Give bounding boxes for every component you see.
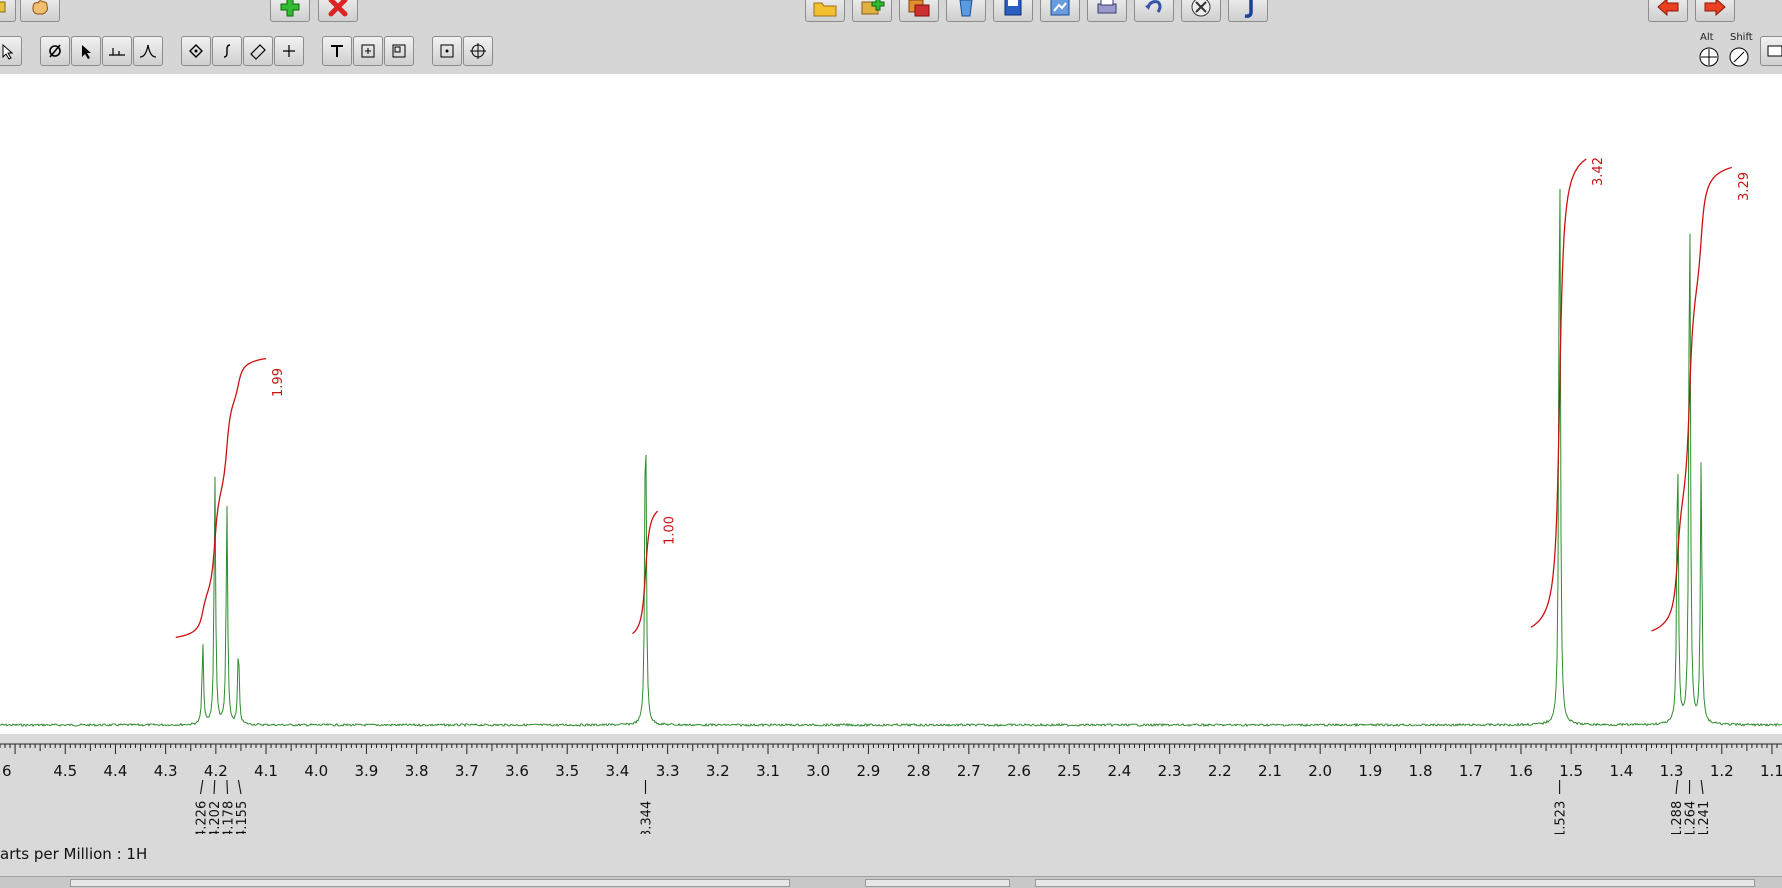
- ppm-axis-area: 6 4.5 4.4 4.3 4.2 4.1 4.0 3.9 3.8 3.7 3.6 3.5 3.4 3.3…: [0, 734, 1782, 824]
- axis-caption: arts per Million : 1H: [0, 845, 147, 863]
- peak-label: 3.344: [640, 801, 655, 834]
- peak-marker: [227, 780, 228, 794]
- export-icon[interactable]: [1040, 0, 1080, 22]
- open-folder-icon[interactable]: [805, 0, 845, 22]
- save-icon[interactable]: [993, 0, 1033, 22]
- close-doc-icon[interactable]: [1181, 0, 1221, 22]
- axis-tick-label: 3.8: [405, 762, 429, 780]
- axis-tick-label: 2.3: [1158, 762, 1182, 780]
- axis-tick-label: 1.1: [1760, 762, 1782, 780]
- scrollbar-thumb[interactable]: [70, 879, 790, 887]
- zoom-box-icon[interactable]: [432, 36, 462, 66]
- keyboard-icon[interactable]: [1760, 36, 1782, 66]
- spectrum-canvas[interactable]: 1.99 1.00 3.42 3.29: [0, 74, 1782, 734]
- axis-tick-label: 1.8: [1409, 762, 1433, 780]
- baseline-icon[interactable]: [102, 36, 132, 66]
- axis-tick-label: 6: [2, 762, 12, 780]
- axis-tick-label: 2.5: [1057, 762, 1081, 780]
- undo-icon[interactable]: [1134, 0, 1174, 22]
- integral-curve: [1652, 167, 1732, 631]
- integral-value: 3.29: [1737, 172, 1752, 201]
- axis-tick-label: 4.1: [254, 762, 278, 780]
- frame-icon[interactable]: [384, 36, 414, 66]
- delete-icon[interactable]: [318, 0, 358, 22]
- select-arrow-icon[interactable]: [71, 36, 101, 66]
- integral-curve: [176, 359, 266, 638]
- axis-tick-label: 1.9: [1358, 762, 1382, 780]
- tool-palette: Alt Shift: [0, 30, 1782, 75]
- axis-tick-label: 3.3: [656, 762, 680, 780]
- axis-tick-label: 1.5: [1559, 762, 1583, 780]
- back-arrow-icon[interactable]: [1648, 0, 1688, 22]
- spectrum-trace: [0, 189, 1782, 726]
- axis-tick-label: 2.8: [907, 762, 931, 780]
- axis-tick-label: 1.3: [1660, 762, 1684, 780]
- coupling-j-icon[interactable]: [1228, 0, 1268, 22]
- peak-marker: [214, 780, 215, 794]
- alt-move-icon[interactable]: [1698, 46, 1720, 72]
- axis-tick-label: 3.4: [605, 762, 629, 780]
- axis-tick-label: 4.3: [154, 762, 178, 780]
- peak-label: 1.241: [1697, 801, 1712, 834]
- shift-label: Shift: [1730, 32, 1753, 43]
- pointer-icon[interactable]: [0, 36, 22, 66]
- peak-marker: [201, 780, 203, 794]
- axis-tick-label: 2.4: [1107, 762, 1131, 780]
- peak-label: 4.155: [235, 801, 250, 834]
- integral-value: 1.00: [663, 516, 678, 545]
- alt-label: Alt: [1700, 32, 1714, 43]
- forward-arrow-icon[interactable]: [1695, 0, 1735, 22]
- axis-tick-label: 3.2: [706, 762, 730, 780]
- annotation-box-icon[interactable]: [353, 36, 383, 66]
- add-icon[interactable]: [270, 0, 310, 22]
- integral-icon[interactable]: [212, 36, 242, 66]
- axis-tick-label: 4.0: [304, 762, 328, 780]
- ppm-axis: 6 4.5 4.4 4.3 4.2 4.1 4.0 3.9 3.8 3.7 3.6 3.5 3.4 3.3…: [0, 734, 1782, 834]
- axis-tick-label: 4.2: [204, 762, 228, 780]
- hand-icon[interactable]: [20, 0, 60, 22]
- axis-tick-label: 3.9: [355, 762, 379, 780]
- peak-marker: [238, 780, 241, 794]
- peak-marker: [1676, 780, 1678, 794]
- axis-tick-label: 2.9: [856, 762, 880, 780]
- text-icon[interactable]: [322, 36, 352, 66]
- horizontal-scrollbar[interactable]: [0, 876, 1782, 888]
- phase-icon[interactable]: [40, 36, 70, 66]
- integral-value: 1.99: [271, 368, 286, 397]
- shift-zoom-icon[interactable]: [1728, 46, 1750, 72]
- peak-label: 1.523: [1554, 801, 1569, 834]
- axis-tick-label: 3.0: [806, 762, 830, 780]
- scrollbar-segment-2[interactable]: [1035, 879, 1755, 887]
- main-toolbar: [0, 0, 1782, 30]
- print-icon[interactable]: [1087, 0, 1127, 22]
- peak-marker: [1701, 780, 1703, 794]
- peak-pick-icon[interactable]: [133, 36, 163, 66]
- region-icon[interactable]: [181, 36, 211, 66]
- partial-button-icon[interactable]: [0, 0, 16, 22]
- copy-data-icon[interactable]: [899, 0, 939, 22]
- axis-tick-label: 2.2: [1208, 762, 1232, 780]
- spectrum-plot[interactable]: 1.99 1.00 3.42 3.29: [0, 74, 1782, 734]
- add-data-icon[interactable]: [852, 0, 892, 22]
- axis-tick-label: 1.6: [1509, 762, 1533, 780]
- axis-tick-label: 1.7: [1459, 762, 1483, 780]
- axis-tick-label: 4.5: [53, 762, 77, 780]
- trash-icon[interactable]: [946, 0, 986, 22]
- axis-tick-label: 2.1: [1258, 762, 1282, 780]
- axis-tick-label: 3.7: [455, 762, 479, 780]
- crosshair-icon[interactable]: [274, 36, 304, 66]
- axis-tick-label: 3.5: [555, 762, 579, 780]
- scrollbar-segment[interactable]: [865, 879, 1010, 887]
- axis-tick-label: 4.4: [104, 762, 128, 780]
- move-icon[interactable]: [463, 36, 493, 66]
- axis-tick-label: 3.1: [756, 762, 780, 780]
- axis-tick-label: 3.6: [505, 762, 529, 780]
- axis-tick-label: 2.6: [1007, 762, 1031, 780]
- axis-tick-label: 2.7: [957, 762, 981, 780]
- axis-tick-label: 1.4: [1609, 762, 1633, 780]
- integral-value: 3.42: [1591, 157, 1606, 186]
- ruler-icon[interactable]: [243, 36, 273, 66]
- axis-tick-label: 1.2: [1710, 762, 1734, 780]
- axis-tick-label: 2.0: [1308, 762, 1332, 780]
